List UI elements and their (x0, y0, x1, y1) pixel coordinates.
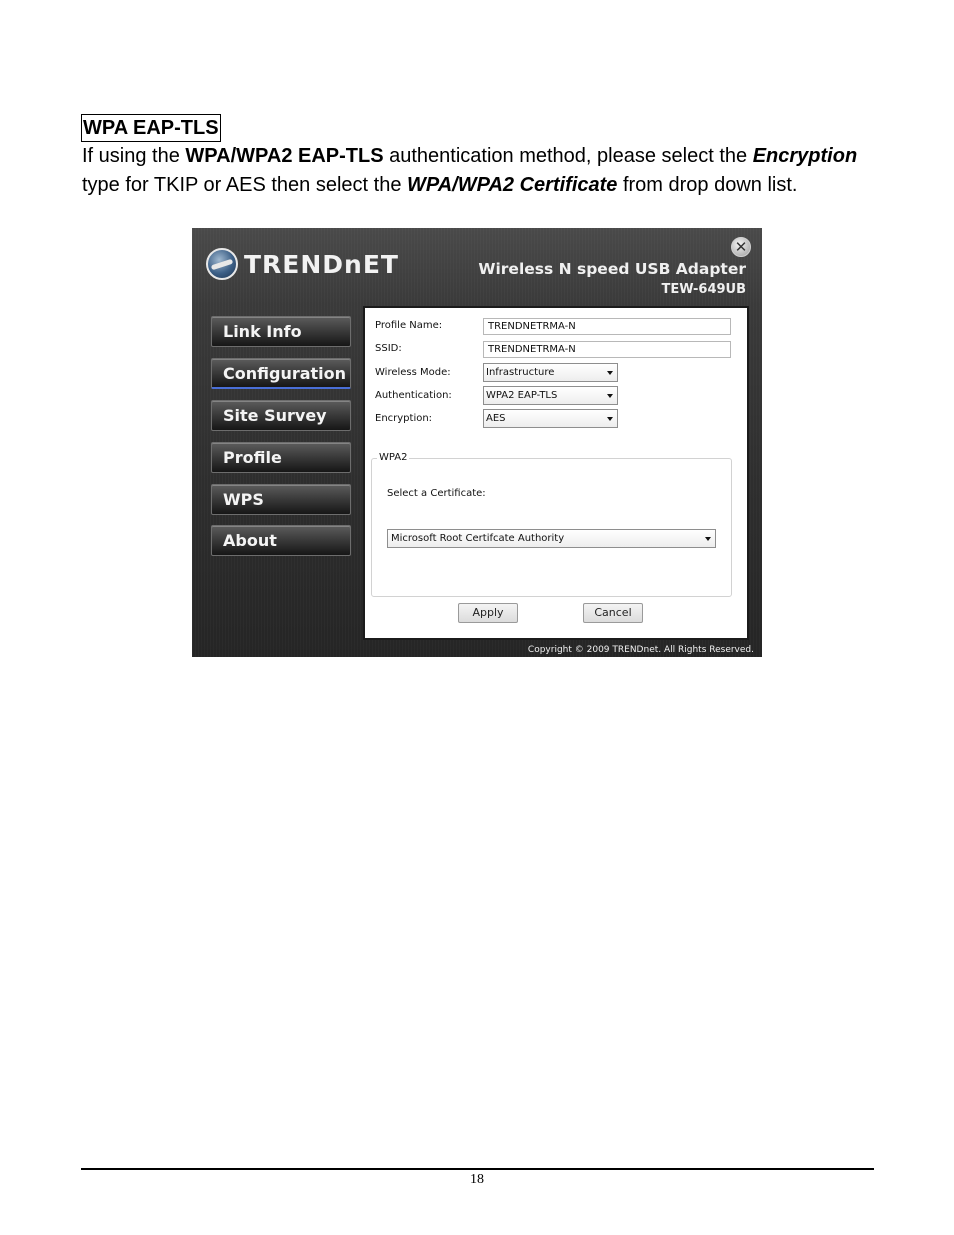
sidebar-item-profile[interactable]: Profile (211, 442, 351, 473)
wireless-mode-select[interactable]: Infrastructure (483, 363, 618, 382)
wpa2-legend: WPA2 (377, 452, 410, 463)
authentication-select[interactable]: WPA2 EAP-TLS (483, 386, 618, 405)
encryption-label: Encryption: (375, 413, 433, 424)
trendnet-logo-icon (206, 248, 238, 280)
authentication-value: WPA2 EAP-TLS (486, 390, 558, 401)
close-icon[interactable]: ✕ (731, 237, 751, 257)
wireless-mode-value: Infrastructure (486, 367, 555, 378)
section-heading: WPA EAP-TLS (81, 114, 221, 142)
dropdown-arrow-icon (705, 537, 711, 541)
configuration-panel: Profile Name: TRENDNETRMA-N SSID: TRENDN… (363, 306, 749, 640)
footer-divider (81, 1168, 874, 1170)
para-bold-method: WPA/WPA2 EAP-TLS (185, 145, 384, 167)
logo-text: TRENDnET (244, 249, 399, 279)
para-text-3: type for TKIP or AES then select the (82, 174, 407, 196)
ssid-label: SSID: (375, 343, 402, 354)
sidebar-item-site-survey[interactable]: Site Survey (211, 400, 351, 431)
cancel-button[interactable]: Cancel (583, 603, 643, 623)
wireless-mode-label: Wireless Mode: (375, 367, 451, 378)
product-model: TEW-649UB (661, 282, 747, 297)
encryption-select[interactable]: AES (483, 409, 618, 428)
apply-button[interactable]: Apply (458, 603, 518, 623)
page-number: 18 (470, 1172, 484, 1187)
para-bold-certificate: WPA/WPA2 Certificate (407, 174, 618, 196)
para-text-4: from drop down list. (617, 174, 798, 196)
certificate-label: Select a Certificate: (387, 488, 486, 499)
sidebar-item-configuration[interactable]: Configuration (211, 358, 351, 389)
para-bold-encryption: Encryption (752, 145, 858, 167)
dropdown-arrow-icon (607, 417, 613, 421)
sidebar-item-about[interactable]: About (211, 525, 351, 556)
trendnet-logo: TRENDnET (206, 246, 399, 282)
para-text-2: authentication method, please select the (383, 145, 753, 167)
profile-name-field[interactable]: TRENDNETRMA-N (483, 318, 731, 335)
sidebar-item-wps[interactable]: WPS (211, 484, 351, 515)
para-text-1: If using the (82, 145, 186, 167)
product-name: Wireless N speed USB Adapter (478, 260, 746, 278)
instruction-paragraph: If using the WPA/WPA2 EAP-TLS authentica… (82, 142, 882, 200)
authentication-label: Authentication: (375, 390, 452, 401)
sidebar-item-link-info[interactable]: Link Info (211, 316, 351, 347)
certificate-select[interactable]: Microsoft Root Certifcate Authority (387, 529, 716, 548)
dropdown-arrow-icon (607, 371, 613, 375)
encryption-value: AES (486, 413, 506, 424)
wpa2-groupbox: WPA2 Select a Certificate: Microsoft Roo… (371, 452, 732, 597)
copyright-text: Copyright © 2009 TRENDnet. All Rights Re… (527, 645, 754, 655)
trendnet-utility-window: TRENDnET ✕ Wireless N speed USB Adapter … (192, 228, 762, 657)
ssid-field[interactable]: TRENDNETRMA-N (483, 341, 731, 358)
dropdown-arrow-icon (607, 394, 613, 398)
profile-name-label: Profile Name: (375, 320, 443, 331)
certificate-value: Microsoft Root Certifcate Authority (391, 533, 565, 544)
